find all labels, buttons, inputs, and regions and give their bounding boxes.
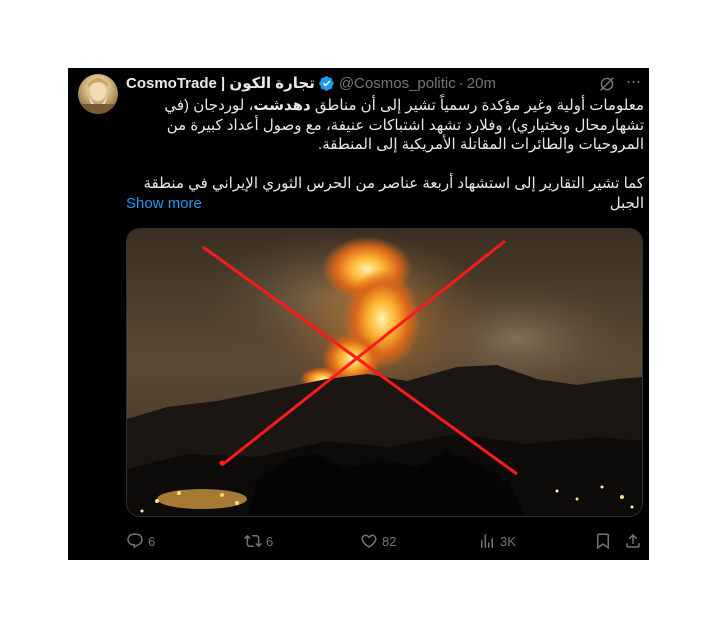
action-bar: 6 6 82 3K — [126, 530, 646, 552]
bookmark-button[interactable] — [594, 530, 612, 552]
views-button[interactable]: 3K — [478, 530, 516, 552]
reply-count: 6 — [148, 533, 156, 549]
reply-button[interactable]: 6 — [126, 530, 155, 552]
tweet-media-image[interactable] — [126, 228, 643, 517]
tweet-header: CosmoTrade | تجارة الكون @Cosmos_politic… — [126, 73, 496, 93]
tweet-text-part1: معلومات أولية وغير مؤكدة رسمياً تشير إلى… — [310, 97, 644, 114]
like-count: 82 — [382, 533, 397, 549]
timestamp[interactable]: 20m — [467, 75, 496, 92]
author-name[interactable]: CosmoTrade | تجارة الكون — [126, 74, 315, 92]
show-more-link[interactable]: Show more — [126, 195, 202, 212]
tweet-card[interactable]: CosmoTrade | تجارة الكون @Cosmos_politic… — [68, 68, 649, 560]
separator-dot: · — [458, 74, 464, 92]
tweet-text: معلومات أولية وغير مؤكدة رسمياً تشير إلى… — [126, 96, 645, 213]
avatar[interactable] — [78, 74, 118, 114]
like-button[interactable]: 82 — [360, 530, 396, 552]
share-button[interactable] — [624, 530, 642, 552]
repost-button[interactable]: 6 — [244, 530, 273, 552]
views-count: 3K — [500, 533, 516, 549]
more-icon[interactable]: ··· — [624, 72, 642, 92]
views-icon — [481, 534, 493, 548]
reply-icon — [127, 533, 143, 549]
share-icon — [626, 533, 640, 548]
heart-icon — [361, 534, 377, 548]
repost-count: 6 — [266, 533, 274, 549]
bookmark-icon — [597, 533, 609, 550]
grok-icon[interactable] — [598, 75, 616, 93]
verified-badge-icon — [319, 75, 334, 91]
tweet-text-bold: دهدشت — [253, 97, 311, 114]
repost-icon — [244, 534, 262, 548]
tweet-text-paragraph2: كما تشير التقارير إلى استشهاد أربعة عناص… — [143, 175, 645, 212]
author-handle[interactable]: @Cosmos_politic — [339, 75, 456, 92]
